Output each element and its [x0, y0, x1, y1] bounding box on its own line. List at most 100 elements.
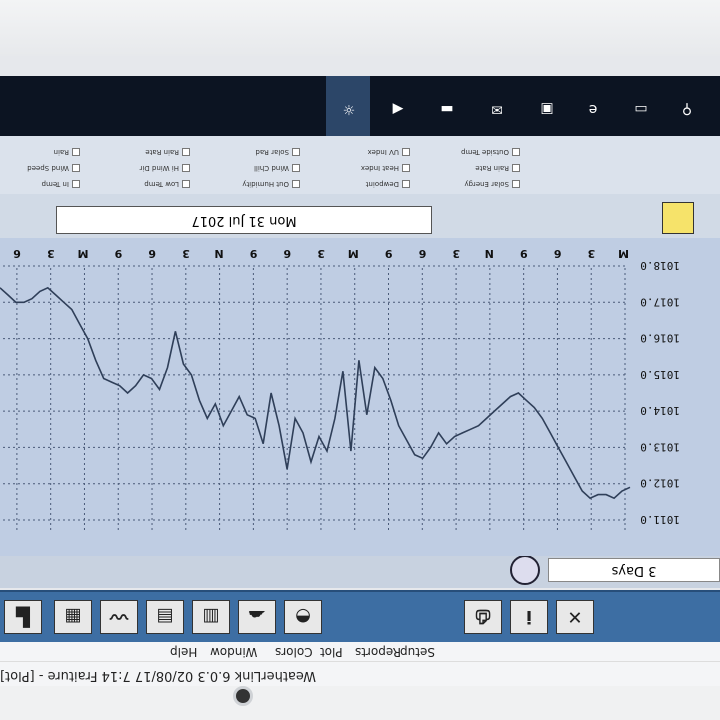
legend-label: Solar Rad [255, 148, 289, 156]
x-tick-label: 9 [250, 247, 258, 260]
legend-label: Low Temp [144, 180, 179, 188]
x-tick-label: 6 [553, 247, 561, 260]
legend-label: Rain Rate [475, 164, 509, 172]
x-tick-label: 6 [283, 247, 291, 260]
legend-label: Hi Wind Dir [139, 164, 179, 172]
weather-icon[interactable]: ▦ [54, 600, 92, 634]
legend-label: Wind Chill [254, 164, 289, 172]
legend-checkbox[interactable]: Dewpoint [366, 180, 410, 188]
y-tick-label: 1013.0 [640, 440, 680, 453]
y-tick-label: 1014.0 [640, 404, 680, 417]
date-label: Mon 31 Jul 2017 [56, 206, 432, 234]
x-tick-label: M [78, 247, 89, 260]
summary-icon[interactable]: ▥ [192, 600, 230, 634]
y-tick-label: 1015.0 [640, 368, 680, 381]
legend-checkbox[interactable]: Wind Speed [27, 164, 80, 172]
menu-plot[interactable]: Plot [320, 645, 343, 659]
x-tick-label: 9 [385, 247, 393, 260]
y-tick-label: 1011.0 [640, 513, 680, 526]
close-icon[interactable]: ✕ [556, 600, 594, 634]
legend-checkbox[interactable]: Rain [54, 148, 80, 156]
menu-help[interactable]: Help [170, 645, 197, 659]
window-titlebar: WeatherLink 6.0.3 02/08/17 7:14 Fraiture… [0, 662, 720, 686]
toolbar: ▙ ▦ 〰 ▤ ▥ ☁ ◓ ⎙ i ✕ [0, 590, 720, 642]
x-tick-label: M [348, 247, 359, 260]
station-icon[interactable]: ▙ [4, 600, 42, 634]
x-tick-label: N [214, 247, 223, 260]
parameter-legend: In Temp Low Temp Out Humidity Dewpoint Solar… [0, 136, 720, 194]
date-row: Mon 31 Jul 2017 [0, 194, 720, 238]
legend-checkbox[interactable]: UV Index [368, 148, 410, 156]
range-selector[interactable]: 3 Days [548, 558, 720, 582]
info-icon[interactable]: i [510, 600, 548, 634]
menu-colors[interactable]: Colors [275, 645, 313, 659]
photo-of-screen: acer WeatherLink 6.0.3 02/08/17 7:14 Fra… [0, 0, 720, 720]
cmd-icon[interactable]: ▬ [434, 96, 460, 122]
menu-setup[interactable]: Setup [400, 645, 435, 659]
x-tick-label: 6 [148, 247, 156, 260]
webcam [233, 686, 253, 706]
x-tick-label: 9 [115, 247, 123, 260]
legend-label: Out Humidity [242, 180, 289, 188]
monitor-bezel: acer [0, 0, 720, 56]
edge-icon[interactable]: e [580, 96, 606, 122]
x-tick-label: 3 [588, 247, 596, 260]
y-tick-label: 1017.0 [640, 295, 680, 308]
y-tick-label: 1018.0 [640, 259, 680, 272]
legend-checkbox[interactable]: Outside Temp [461, 148, 520, 156]
legend-checkbox[interactable]: Heat Index [361, 164, 410, 172]
task-view-icon[interactable]: ▭ [628, 96, 654, 122]
noaa-icon[interactable]: ☁ [238, 600, 276, 634]
chart-icon[interactable]: 〰 [100, 600, 138, 634]
screen: WeatherLink 6.0.3 02/08/17 7:14 Fraiture… [0, 56, 720, 686]
x-axis: M 3 6 9 N 3 6 9 M 3 6 9 N 3 6 9 M 3 6 [13, 247, 629, 260]
range-row: 3 Days [0, 555, 720, 588]
store-icon[interactable]: ▣ [534, 96, 560, 122]
legend-checkbox[interactable]: Low Temp [144, 180, 190, 188]
x-tick-label: 6 [418, 247, 426, 260]
search-icon[interactable]: ⚲ [674, 96, 700, 122]
plot-area: 1011.0 1012.0 1013.0 1014.0 1015.0 1016.0 1017… [0, 238, 720, 556]
monitor-bezel-top [0, 686, 720, 720]
window-title: WeatherLink 6.0.3 02/08/17 7:14 Fraiture… [0, 668, 316, 683]
legend-label: Dewpoint [365, 180, 399, 188]
weatherlink-icon[interactable]: ☼ [336, 96, 362, 122]
plot-grid [0, 265, 626, 530]
legend-label: Heat Index [360, 164, 399, 172]
legend-checkbox[interactable]: In Temp [42, 180, 80, 188]
sun-icon[interactable] [662, 202, 694, 234]
vantage-icon[interactable]: ◓ [284, 600, 322, 634]
x-tick-label: 3 [452, 247, 460, 260]
x-tick-label: 6 [13, 247, 21, 260]
x-tick-label: 3 [317, 247, 325, 260]
print-icon[interactable]: ⎙ [464, 600, 502, 634]
menu-bar: Setup Reports Plot Colors Window Help [0, 641, 720, 662]
x-tick-label: N [485, 247, 494, 260]
pressure-plot: 1011.0 1012.0 1013.0 1014.0 1015.0 1016.0 1017… [0, 247, 680, 530]
mail-icon[interactable]: ✉ [484, 96, 510, 122]
legend-checkbox[interactable]: Solar Rad [255, 148, 300, 156]
legend-label: Outside Temp [461, 148, 509, 156]
legend-checkbox[interactable]: Rain Rate [475, 164, 520, 172]
legend-label: In Temp [41, 180, 69, 188]
x-tick-label: 9 [520, 247, 528, 260]
menu-reports[interactable]: Reports [355, 645, 401, 659]
legend-label: Rain Rate [145, 148, 179, 156]
clock-icon[interactable] [510, 555, 540, 585]
bulletin-icon[interactable]: ▤ [146, 600, 184, 634]
legend-checkbox[interactable]: Wind Chill [254, 164, 300, 172]
y-tick-label: 1016.0 [640, 332, 680, 345]
legend-checkbox[interactable]: Solar Energy [464, 180, 520, 188]
y-axis: 1011.0 1012.0 1013.0 1014.0 1015.0 1016.0 1017… [640, 259, 680, 526]
legend-label: UV Index [367, 148, 399, 156]
legend-label: Rain [53, 148, 69, 156]
menu-window[interactable]: Window [210, 645, 257, 659]
screen-icon[interactable]: ◀ [385, 96, 411, 122]
legend-checkbox[interactable]: Rain Rate [145, 148, 190, 156]
legend-label: Solar Energy [464, 180, 509, 188]
legend-label: Wind Speed [27, 164, 69, 172]
legend-checkbox[interactable]: Hi Wind Dir [140, 164, 190, 172]
legend-checkbox[interactable]: Out Humidity [242, 180, 300, 188]
x-tick-label: M [618, 247, 629, 260]
x-tick-label: 3 [47, 247, 55, 260]
